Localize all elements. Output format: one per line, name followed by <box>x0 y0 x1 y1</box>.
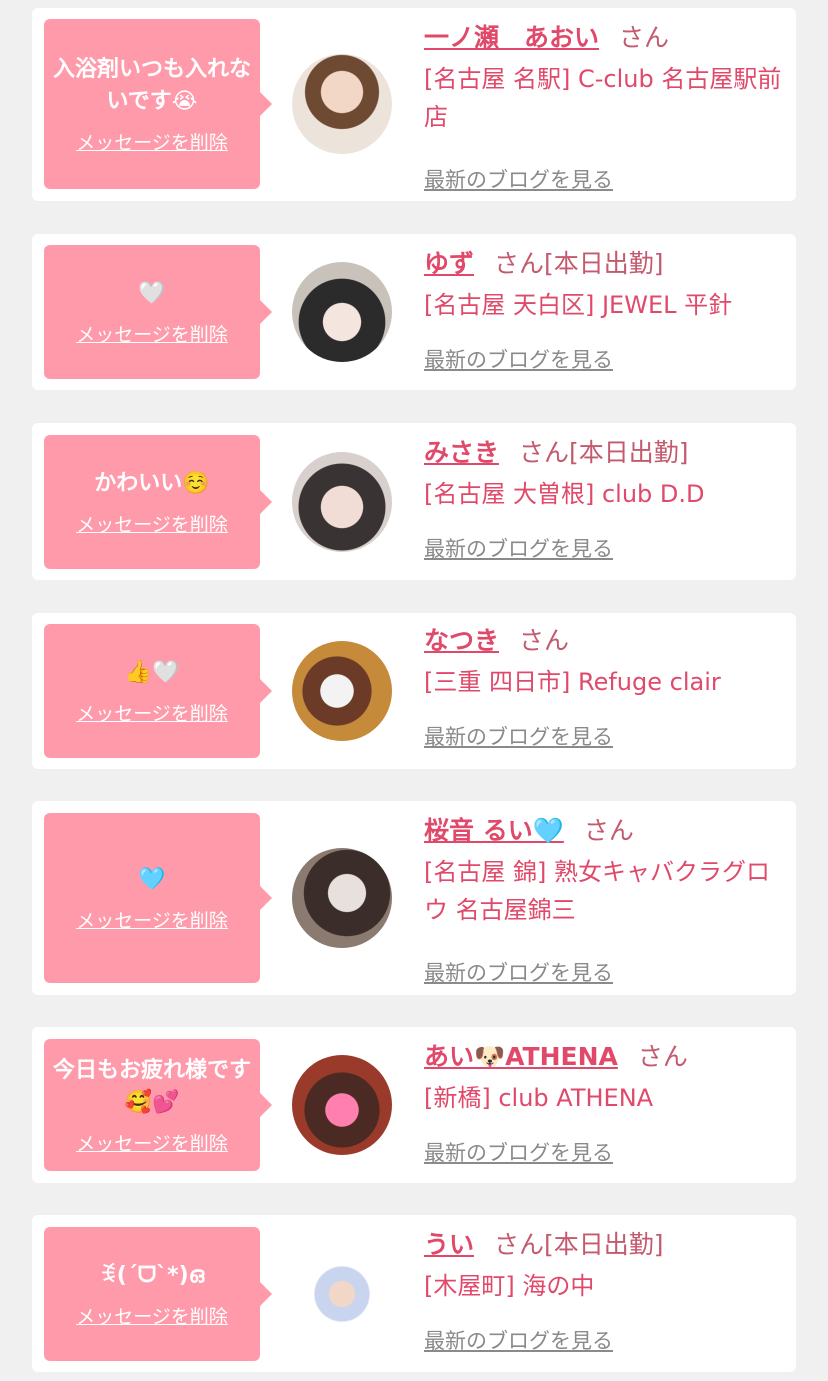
honorific-status: さん <box>637 1042 688 1071</box>
avatar[interactable] <box>292 452 392 552</box>
delete-message-link[interactable]: メッセージを削除 <box>76 906 228 933</box>
message-card: 今日もお疲れ様です🥰💕 メッセージを削除 あい🐶ATHENA さん [新橋] cl… <box>32 1027 796 1183</box>
name-line: ゆず さん[本日出勤] <box>424 246 784 282</box>
message-list: 入浴剤いつも入れないです😭 メッセージを削除 一ノ瀬 あおい さん [名古屋 名駅… <box>0 0 828 1381</box>
honorific-status: さん <box>619 23 670 52</box>
shop-info: [名古屋 大曽根] club D.D <box>424 480 705 508</box>
message-bubble: 👍🤍 メッセージを削除 <box>44 624 272 758</box>
message-bubble: かわいい☺️ メッセージを削除 <box>44 435 272 569</box>
avatar[interactable] <box>292 641 392 741</box>
name-line: あい🐶ATHENA さん <box>424 1039 784 1075</box>
message-bubble: ꉂ(ˊᗜˋ*)ഒ メッセージを削除 <box>44 1227 272 1361</box>
delete-message-link[interactable]: メッセージを削除 <box>76 320 228 347</box>
latest-blog-link[interactable]: 最新のブログを見る <box>424 533 613 563</box>
cast-name-link[interactable]: あい🐶ATHENA <box>424 1042 618 1071</box>
message-bubble: 今日もお疲れ様です🥰💕 メッセージを削除 <box>44 1039 272 1171</box>
message-text: 今日もお疲れ様です🥰💕 <box>52 1057 251 1115</box>
shop-info: [名古屋 錦] 熟女キャバクラグロウ 名古屋錦三 <box>424 858 770 924</box>
message-card: 🩵 メッセージを削除 桜音 るい🩵 さん [名古屋 錦] 熟女キャバクラグロウ 名… <box>32 801 796 995</box>
message-card: 👍🤍 メッセージを削除 なつき さん [三重 四日市] Refuge clair … <box>32 613 796 769</box>
latest-blog-link[interactable]: 最新のブログを見る <box>424 344 613 374</box>
honorific-status: さん <box>583 816 634 845</box>
cast-info: なつき さん [三重 四日市] Refuge clair 最新のブログを見る <box>424 623 784 749</box>
message-bubble: 入浴剤いつも入れないです😭 メッセージを削除 <box>44 19 272 189</box>
delete-message-link[interactable]: メッセージを削除 <box>76 510 228 537</box>
message-text: ꉂ(ˊᗜˋ*)ഒ <box>99 1262 205 1288</box>
shop-info: [名古屋 天白区] JEWEL 平針 <box>424 291 733 319</box>
latest-blog-link[interactable]: 最新のブログを見る <box>424 164 613 194</box>
cast-name-link[interactable]: なつき <box>424 626 499 655</box>
latest-blog-link[interactable]: 最新のブログを見る <box>424 957 613 987</box>
cast-info: 一ノ瀬 あおい さん [名古屋 名駅] C-club 名古屋駅前店 最新のブログを… <box>424 20 784 192</box>
cast-name-link[interactable]: 桜音 るい🩵 <box>424 816 564 845</box>
avatar[interactable] <box>292 848 392 948</box>
name-line: うい さん[本日出勤] <box>424 1227 784 1263</box>
message-bubble: 🤍 メッセージを削除 <box>44 245 272 379</box>
cast-name-link[interactable]: うい <box>424 1230 474 1259</box>
name-line: 桜音 るい🩵 さん <box>424 813 784 849</box>
delete-message-link[interactable]: メッセージを削除 <box>76 699 228 726</box>
shop-info: [木屋町] 海の中 <box>424 1272 595 1300</box>
delete-message-link[interactable]: メッセージを削除 <box>76 1302 228 1329</box>
latest-blog-link[interactable]: 最新のブログを見る <box>424 1325 613 1355</box>
honorific-status: さん[本日出勤] <box>494 249 664 278</box>
shop-info: [名古屋 名駅] C-club 名古屋駅前店 <box>424 65 782 131</box>
name-line: みさき さん[本日出勤] <box>424 435 784 471</box>
avatar[interactable] <box>292 54 392 154</box>
cast-info: うい さん[本日出勤] [木屋町] 海の中 最新のブログを見る <box>424 1227 784 1353</box>
avatar[interactable] <box>292 1244 392 1344</box>
name-line: なつき さん <box>424 623 784 659</box>
cast-name-link[interactable]: みさき <box>424 438 499 467</box>
latest-blog-link[interactable]: 最新のブログを見る <box>424 721 613 751</box>
cast-name-link[interactable]: 一ノ瀬 あおい <box>424 23 599 52</box>
message-card: 🤍 メッセージを削除 ゆず さん[本日出勤] [名古屋 天白区] JEWEL 平針… <box>32 234 796 390</box>
name-line: 一ノ瀬 あおい さん <box>424 20 784 56</box>
cast-name-link[interactable]: ゆず <box>424 249 474 278</box>
delete-message-link[interactable]: メッセージを削除 <box>76 1129 228 1156</box>
shop-info: [新橋] club ATHENA <box>424 1084 654 1112</box>
message-text: 🤍 <box>138 280 166 306</box>
message-text: 🩵 <box>138 866 166 892</box>
cast-info: ゆず さん[本日出勤] [名古屋 天白区] JEWEL 平針 最新のブログを見る <box>424 246 784 372</box>
message-text: 入浴剤いつも入れないです😭 <box>52 56 251 114</box>
latest-blog-link[interactable]: 最新のブログを見る <box>424 1137 613 1167</box>
delete-message-link[interactable]: メッセージを削除 <box>76 128 228 155</box>
message-card: 入浴剤いつも入れないです😭 メッセージを削除 一ノ瀬 あおい さん [名古屋 名駅… <box>32 8 796 201</box>
message-text: 👍🤍 <box>124 659 180 685</box>
avatar[interactable] <box>292 1055 392 1155</box>
message-bubble: 🩵 メッセージを削除 <box>44 813 272 983</box>
avatar[interactable] <box>292 262 392 362</box>
message-card: かわいい☺️ メッセージを削除 みさき さん[本日出勤] [名古屋 大曽根] cl… <box>32 423 796 580</box>
cast-info: あい🐶ATHENA さん [新橋] club ATHENA 最新のブログを見る <box>424 1039 784 1165</box>
message-card: ꉂ(ˊᗜˋ*)ഒ メッセージを削除 うい さん[本日出勤] [木屋町] 海の中 最… <box>32 1215 796 1372</box>
honorific-status: さん[本日出勤] <box>519 438 689 467</box>
message-text: かわいい☺️ <box>94 470 210 496</box>
cast-info: 桜音 るい🩵 さん [名古屋 錦] 熟女キャバクラグロウ 名古屋錦三 最新のブログ… <box>424 813 784 985</box>
honorific-status: さん <box>519 626 570 655</box>
honorific-status: さん[本日出勤] <box>494 1230 664 1259</box>
cast-info: みさき さん[本日出勤] [名古屋 大曽根] club D.D 最新のブログを見る <box>424 435 784 561</box>
shop-info: [三重 四日市] Refuge clair <box>424 668 721 696</box>
